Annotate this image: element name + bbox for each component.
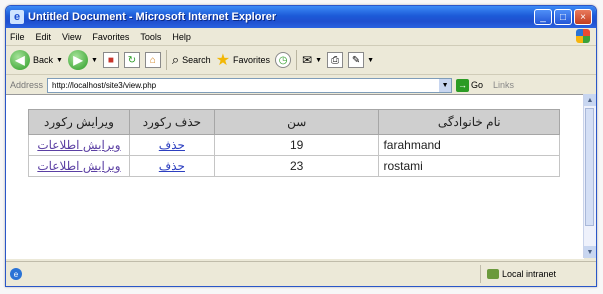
windows-logo-icon [576, 29, 590, 43]
mail-button[interactable]: ✉ ▼ [302, 53, 322, 67]
back-label: Back [33, 55, 54, 65]
menu-edit[interactable]: Edit [36, 32, 52, 42]
favorites-button[interactable]: ★ Favorites [216, 50, 270, 70]
menu-help[interactable]: Help [172, 32, 191, 42]
refresh-icon[interactable]: ↻ [123, 52, 140, 68]
edit-icon: ✎ [348, 52, 365, 68]
zone-label: Local intranet [501, 269, 556, 279]
cell-delete: حذف [128, 155, 215, 177]
edit-button[interactable]: ✎ ▼ [348, 52, 374, 68]
search-button[interactable]: ⌕ Search [172, 52, 211, 68]
toolbar: ◀ Back ▼ ▶ ▼ ■ ↻ ⌂ ⌕ Search ★ Favorites … [6, 46, 596, 75]
cell-lastname: farahmand [378, 134, 560, 156]
edit-link[interactable]: ویرایش اطلاعات [37, 159, 120, 173]
mail-icon: ✉ [302, 53, 313, 67]
window-title: Untitled Document - Microsoft Internet E… [28, 11, 277, 23]
forward-arrow-icon: ▶ [67, 50, 88, 70]
address-url[interactable]: http://localhost/site3/view.php [52, 81, 156, 90]
search-label: Search [182, 55, 211, 65]
delete-link[interactable]: حذف [159, 159, 185, 173]
maximize-button[interactable]: □ [554, 9, 572, 25]
back-button[interactable]: ◀ Back ▼ [10, 50, 63, 70]
toolbar-separator [296, 50, 298, 70]
search-icon: ⌕ [171, 52, 180, 67]
star-icon: ★ [215, 52, 231, 69]
cell-delete: حذف [128, 134, 215, 156]
toolbar-separator [165, 50, 167, 70]
edit-link[interactable]: ویرایش اطلاعات [37, 138, 120, 152]
go-arrow-icon: → [456, 78, 470, 92]
title-bar[interactable]: e Untitled Document - Microsoft Internet… [6, 6, 596, 28]
security-zone: Local intranet [479, 265, 556, 283]
vertical-scrollbar[interactable]: ▲ ▼ [583, 94, 596, 258]
cell-age: 19 [213, 134, 380, 156]
table-header-row: نام خانوادگی سن حذف رکورد ویرایش رکورد [28, 109, 560, 135]
cell-edit: ویرایش اطلاعات [28, 155, 130, 177]
forward-button[interactable]: ▶ ▼ [67, 50, 98, 70]
menu-favorites[interactable]: Favorites [92, 32, 129, 42]
scrollbar-thumb[interactable] [585, 108, 594, 226]
back-arrow-icon: ◀ [10, 50, 30, 70]
header-delete: حذف رکورد [128, 109, 215, 135]
address-input[interactable]: http://localhost/site3/view.php ▼ [47, 77, 453, 93]
stop-icon[interactable]: ■ [102, 52, 119, 68]
address-bar: Address http://localhost/site3/view.php … [6, 75, 596, 96]
menu-view[interactable]: View [62, 32, 81, 42]
menu-bar: File Edit View Favorites Tools Help [6, 28, 596, 46]
scroll-up-icon[interactable]: ▲ [584, 94, 596, 106]
chevron-down-icon[interactable]: ▼ [91, 57, 98, 64]
menu-file[interactable]: File [10, 32, 25, 42]
header-lastname: نام خانوادگی [378, 109, 560, 135]
intranet-icon [486, 269, 499, 279]
scroll-down-icon[interactable]: ▼ [584, 246, 596, 258]
browser-window: e Untitled Document - Microsoft Internet… [5, 5, 597, 287]
header-age: سن [213, 109, 380, 135]
chevron-down-icon[interactable]: ▼ [439, 78, 452, 92]
chevron-down-icon[interactable]: ▼ [315, 57, 322, 64]
ie-logo-icon: e [10, 10, 24, 24]
cell-age: 23 [213, 155, 380, 177]
table-row: rostami 23 حذف ویرایش اطلاعات [28, 155, 560, 177]
history-icon[interactable]: ◷ [275, 52, 292, 68]
print-icon[interactable]: ⎙ [327, 52, 344, 68]
page-icon: e [10, 268, 22, 280]
menu-tools[interactable]: Tools [140, 32, 161, 42]
status-bar: e Local intranet [6, 261, 596, 286]
favorites-label: Favorites [233, 55, 271, 65]
go-button[interactable]: → Go [456, 78, 484, 92]
links-button[interactable]: Links [493, 80, 514, 90]
cell-edit: ویرایش اطلاعات [28, 134, 130, 156]
header-edit: ویرایش رکورد [28, 109, 130, 135]
delete-link[interactable]: حذف [159, 138, 185, 152]
page-content: نام خانوادگی سن حذف رکورد ویرایش رکورد f… [6, 94, 584, 259]
table-row: farahmand 19 حذف ویرایش اطلاعات [28, 134, 560, 156]
home-icon[interactable]: ⌂ [144, 52, 161, 68]
minimize-button[interactable]: _ [534, 9, 552, 25]
chevron-down-icon[interactable]: ▼ [367, 57, 374, 64]
close-button[interactable]: × [574, 9, 592, 25]
records-table: نام خانوادگی سن حذف رکورد ویرایش رکورد f… [28, 109, 560, 177]
chevron-down-icon[interactable]: ▼ [56, 57, 63, 64]
cell-lastname: rostami [378, 155, 560, 177]
address-label: Address [10, 80, 44, 90]
go-label: Go [471, 80, 484, 90]
